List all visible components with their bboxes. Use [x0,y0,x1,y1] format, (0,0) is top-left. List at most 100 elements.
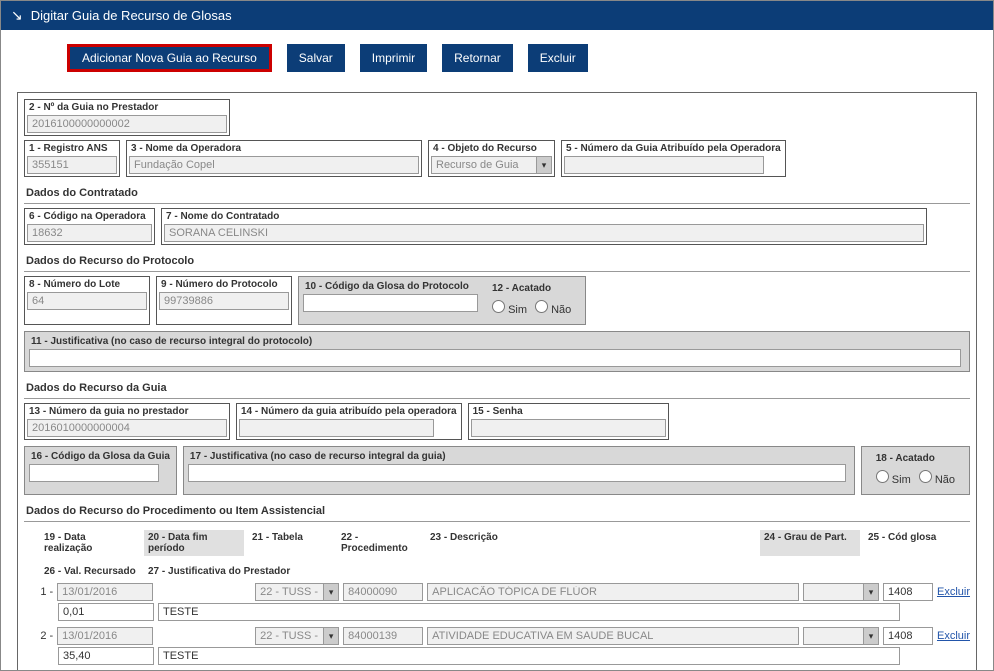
descricao-input[interactable] [427,627,799,645]
field-5-label: 5 - Número da Guia Atribuído pela Operad… [562,141,785,156]
cod-glosa-input[interactable] [883,627,933,645]
col-26: 26 - Val. Recursado [40,564,140,579]
cod-glosa-input[interactable] [883,583,933,601]
field-1-input[interactable] [27,156,117,174]
chevron-down-icon[interactable]: ▾ [323,627,339,645]
add-guide-button[interactable]: Adicionar Nova Guia ao Recurso [67,44,272,72]
excluir-link[interactable]: Excluir [937,630,970,642]
col-27: 27 - Justificativa do Prestador [144,564,444,579]
save-button[interactable]: Salvar [287,44,345,72]
field-10-input[interactable] [303,294,478,312]
field-7-input[interactable] [164,224,924,242]
columns-header-row2: 26 - Val. Recursado 27 - Justificativa d… [40,560,970,583]
field-14-label: 14 - Número da guia atribuído pela opera… [237,404,461,419]
print-button[interactable]: Imprimir [360,44,427,72]
col-21: 21 - Tabela [248,530,333,556]
field-11-panel: 11 - Justificativa (no caso de recurso i… [24,331,970,372]
field-9-label: 9 - Número do Protocolo [157,277,291,292]
field-5-input[interactable] [564,156,764,174]
radio-nao-18[interactable]: Não [919,470,955,486]
field-8: 8 - Número do Lote [24,276,150,325]
section-guia: Dados do Recurso da Guia [24,378,970,399]
data-realizacao-input[interactable] [57,627,153,645]
row-number: 1 - [40,586,53,598]
field-5: 5 - Número da Guia Atribuído pela Operad… [561,140,786,177]
field-4-input[interactable] [431,156,536,174]
field-3: 3 - Nome da Operadora [126,140,422,177]
field-6-label: 6 - Código na Operadora [25,209,154,224]
val-recursado-input[interactable] [58,603,154,621]
field-12: 12 - Acatado Sim Não [480,279,583,322]
procedimento-input[interactable] [343,627,423,645]
chevron-down-icon[interactable]: ▾ [323,583,339,601]
procedimento-input[interactable] [343,583,423,601]
chevron-down-icon[interactable]: ▾ [863,583,879,601]
tabela-select[interactable] [255,583,323,601]
field-16-label: 16 - Código da Glosa da Guia [27,449,174,464]
field-17-label: 17 - Justificativa (no caso de recurso i… [186,449,852,464]
field-2: 2 - Nº da Guia no Prestador [24,99,230,136]
delete-button[interactable]: Excluir [528,44,588,72]
justificativa-input[interactable] [158,647,900,665]
columns-header-row1: 19 - Data realização 20 - Data fim perío… [40,526,970,560]
grau-part-select[interactable] [803,583,863,601]
data-realizacao-input[interactable] [57,583,153,601]
col-19: 19 - Data realização [40,530,140,556]
return-button[interactable]: Retornar [442,44,513,72]
field-17-input[interactable] [188,464,846,482]
justificativa-input[interactable] [158,603,900,621]
field-3-label: 3 - Nome da Operadora [127,141,421,156]
field-16-input[interactable] [29,464,159,482]
field-3-input[interactable] [129,156,419,174]
field-8-input[interactable] [27,292,147,310]
field-16-panel: 16 - Código da Glosa da Guia [24,446,177,495]
field-14: 14 - Número da guia atribuído pela opera… [236,403,462,440]
val-recursado-input[interactable] [58,647,154,665]
radio-sim-18[interactable]: Sim [876,470,911,486]
field-13-input[interactable] [27,419,227,437]
procedure-row: 2 - ▾ ▾ Excluir [40,627,970,665]
field-10: 10 - Código da Glosa do Protocolo [301,279,480,322]
field-6: 6 - Código na Operadora [24,208,155,245]
field-10-panel: 10 - Código da Glosa do Protocolo 12 - A… [298,276,586,325]
radio-nao[interactable]: Não [535,300,571,316]
field-12-label: 12 - Acatado [488,281,575,296]
field-7: 7 - Nome do Contratado [161,208,927,245]
col-20: 20 - Data fim período [144,530,244,556]
field-7-label: 7 - Nome do Contratado [162,209,926,224]
chevron-down-icon[interactable]: ▾ [863,627,879,645]
field-11-input[interactable] [29,349,961,367]
field-15-input[interactable] [471,419,666,437]
field-9-input[interactable] [159,292,289,310]
descricao-input[interactable] [427,583,799,601]
field-14-input[interactable] [239,419,434,437]
field-8-label: 8 - Número do Lote [25,277,149,292]
radio-sim[interactable]: Sim [492,300,527,316]
section-contratado: Dados do Contratado [24,183,970,204]
section-protocolo: Dados do Recurso do Protocolo [24,251,970,272]
field-4-label: 4 - Objeto do Recurso [429,141,554,156]
col-24: 24 - Grau de Part. [760,530,860,556]
field-6-input[interactable] [27,224,152,242]
field-17: 17 - Justificativa (no caso de recurso i… [186,449,852,484]
excluir-link[interactable]: Excluir [937,586,970,598]
tabela-select[interactable] [255,627,323,645]
chevron-down-icon[interactable]: ▾ [536,156,552,174]
field-11: 11 - Justificativa (no caso de recurso i… [27,334,967,369]
field-16: 16 - Código da Glosa da Guia [27,449,174,484]
field-13-label: 13 - Número da guia no prestador [25,404,229,419]
section-procedimento: Dados do Recurso do Procedimento ou Item… [24,501,970,522]
field-17-panel: 17 - Justificativa (no caso de recurso i… [183,446,855,495]
field-11-label: 11 - Justificativa (no caso de recurso i… [27,334,967,349]
field-2-input[interactable] [27,115,227,133]
field-18-panel: 18 - Acatado Sim Não [861,446,970,495]
grau-part-select[interactable] [803,627,863,645]
field-15-label: 15 - Senha [469,404,668,419]
col-22: 22 - Procedimento [337,530,422,556]
col-25: 25 - Cód glosa [864,530,944,556]
procedure-row: 1 - ▾ ▾ Excluir [40,583,970,621]
field-1: 1 - Registro ANS [24,140,120,177]
toolbar: Adicionar Nova Guia ao Recurso Salvar Im… [17,44,977,72]
field-18-label: 18 - Acatado [872,451,959,466]
field-4: 4 - Objeto do Recurso ▾ [428,140,555,177]
